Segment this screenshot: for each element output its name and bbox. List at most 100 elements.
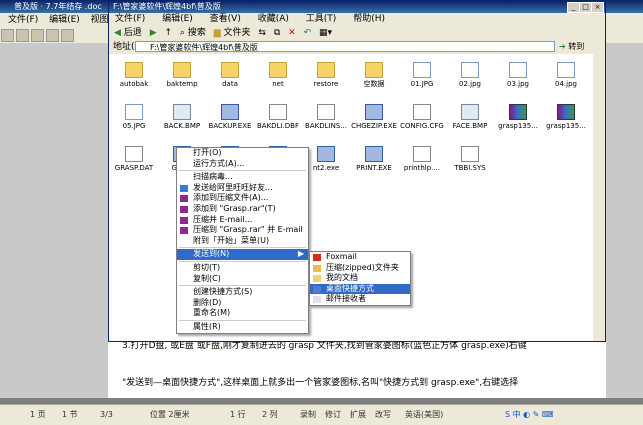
menu-item[interactable]: 打开(O) <box>177 148 308 159</box>
menu-item[interactable]: 剪切(T) <box>177 263 308 274</box>
menu-item[interactable]: 发送给阿里旺旺好友... <box>177 183 308 194</box>
forward-button[interactable]: ▶ <box>150 26 157 40</box>
menu-item[interactable]: 扫描病毒... <box>177 172 308 183</box>
menu-item[interactable]: 运行方式(A)... <box>177 159 308 170</box>
bmp-icon <box>173 104 191 120</box>
menu-item[interactable]: 发送到(N) ▶ <box>177 249 308 260</box>
menu-item-label: 打开(O) <box>193 148 222 157</box>
menu-item-icon <box>313 264 321 272</box>
file-item[interactable]: BACKUP.EXE <box>205 104 255 130</box>
address-input[interactable]: F:\管家婆软件\辉煌4bf\普及版 <box>135 41 555 52</box>
up-icon[interactable]: ↑ <box>164 26 172 40</box>
file-item[interactable]: autobak <box>109 62 159 88</box>
menu-item[interactable]: 压缩到 "Grasp.rar" 并 E-mail <box>177 225 308 236</box>
menu-separator <box>179 319 306 321</box>
preview-icon[interactable] <box>61 29 74 42</box>
file-item[interactable]: CONFIG.CFG <box>397 104 447 130</box>
menu-item-label: 邮件接收者 <box>326 294 366 304</box>
file-item[interactable]: 01.JPG <box>397 62 447 88</box>
menu-item[interactable]: 邮件接收者 <box>310 294 410 305</box>
file-item[interactable]: 03.jpg <box>493 62 543 88</box>
undo-icon[interactable]: ↶ <box>304 26 312 40</box>
file-item[interactable]: printhlp.... <box>397 146 447 172</box>
word-menu-view[interactable]: 视图 <box>91 15 109 25</box>
file-item[interactable]: FACE.BMP <box>445 104 495 130</box>
file-item[interactable]: BACK.BMP <box>157 104 207 130</box>
ex-menu-tools[interactable]: 工具(T) <box>306 14 337 24</box>
menu-item-label: 重命名(M) <box>193 308 231 318</box>
status-ovr[interactable]: 改写 <box>375 405 391 425</box>
send-to-submenu: Foxmail 压缩(zipped)文件夹 我的文档 桌面快捷方式 邮件接收者 <box>309 251 411 306</box>
file-item[interactable]: 02.jpg <box>445 62 495 88</box>
menu-item-label: Foxmail <box>326 252 357 261</box>
file-item[interactable]: PRINT.EXE <box>349 146 399 172</box>
folders-label: 文件夹 <box>223 28 251 38</box>
menu-item[interactable]: 压缩(zipped)文件夹 <box>310 263 410 274</box>
go-button[interactable]: ➔ 转到 <box>559 41 584 52</box>
save-icon[interactable] <box>31 29 44 42</box>
open-icon[interactable] <box>16 29 29 42</box>
menu-item[interactable]: 添加到 "Grasp.rar"(T) <box>177 204 308 215</box>
menu-item-label: 压缩(zipped)文件夹 <box>326 262 399 272</box>
file-item[interactable]: 05.JPG <box>109 104 159 130</box>
copy-icon[interactable]: ⧉ <box>274 26 280 40</box>
file-item[interactable]: GRASP.DAT <box>109 146 159 172</box>
ex-menu-favorites[interactable]: 收藏(A) <box>258 14 289 24</box>
new-icon[interactable] <box>1 29 14 42</box>
ex-menu-edit[interactable]: 编辑(E) <box>162 14 193 24</box>
file-item[interactable]: BAKDLI.DBF <box>253 104 303 130</box>
file-item[interactable]: BAKDLINS... <box>301 104 351 130</box>
menu-item[interactable]: 桌面快捷方式 <box>310 283 410 295</box>
word-menu-edit[interactable]: 编辑(E) <box>49 15 80 25</box>
menu-item-label: 创建快捷方式(S) <box>193 287 253 297</box>
move-icon[interactable]: ⇆ <box>258 26 266 40</box>
file-item[interactable]: data <box>205 62 255 88</box>
menu-item[interactable]: 创建快捷方式(S) <box>177 287 308 298</box>
vertical-scrollbar[interactable] <box>593 54 605 341</box>
word-menu-file[interactable]: 文件(F) <box>8 15 38 25</box>
ex-menu-view[interactable]: 查看(V) <box>210 14 241 24</box>
folders-button[interactable]: ▆ 文件夹 <box>214 26 251 40</box>
file-item[interactable]: net <box>253 62 303 88</box>
menu-item[interactable]: 属性(R) <box>177 322 308 333</box>
status-rev[interactable]: 修订 <box>325 405 341 425</box>
delete-icon[interactable]: ✕ <box>288 26 296 40</box>
file-item[interactable]: 空数据 <box>349 62 399 88</box>
menu-item[interactable]: Foxmail <box>310 252 410 263</box>
file-name: BAKDLINS... <box>305 122 347 130</box>
file-item[interactable]: restore <box>301 62 351 88</box>
folder-icon <box>269 62 287 78</box>
file-item[interactable]: CHGEZIP.EXE <box>349 104 399 130</box>
close-icon[interactable]: × <box>591 2 604 13</box>
file-item[interactable]: baktemp <box>157 62 207 88</box>
menu-item[interactable]: 复制(C) <box>177 274 308 285</box>
status-rec[interactable]: 录制 <box>300 405 316 425</box>
menu-item[interactable]: 我的文档 <box>310 273 410 284</box>
menu-item[interactable]: 删除(D) <box>177 298 308 309</box>
file-item[interactable]: 04.jpg <box>541 62 591 88</box>
txt-icon <box>461 146 479 162</box>
menu-item[interactable]: 压缩并 E-mail... <box>177 215 308 226</box>
file-item[interactable]: TBBI.SYS <box>445 146 495 172</box>
print-icon[interactable] <box>46 29 59 42</box>
views-icon[interactable]: ▦▾ <box>319 26 332 40</box>
status-ext[interactable]: 扩展 <box>350 405 366 425</box>
ex-menu-file[interactable]: 文件(F) <box>115 14 145 24</box>
file-name: autobak <box>119 80 149 88</box>
back-button[interactable]: ◀ 后退 <box>114 26 142 40</box>
status-pages: 3/3 <box>100 410 113 419</box>
word-workspace-right <box>606 43 643 398</box>
ime-toolbar-icon[interactable]: S 中 ◐ ✎ ⌨ <box>505 405 553 425</box>
search-button[interactable]: ⌕ 搜索 <box>180 26 206 40</box>
menu-item[interactable]: 重命名(M) <box>177 308 308 319</box>
file-name: net <box>272 80 284 88</box>
menu-item[interactable]: 添加到压缩文件(A)... <box>177 193 308 204</box>
menu-item[interactable]: 附到「开始」菜单(U) <box>177 236 308 247</box>
ex-menu-help[interactable]: 帮助(H) <box>353 14 385 24</box>
explorer-title-bar[interactable]: F:\管家婆软件\辉煌4bf\普及版 _ □ × <box>109 1 605 13</box>
file-item[interactable]: grasp135... <box>493 104 543 130</box>
file-item[interactable]: grasp135... <box>541 104 591 130</box>
menu-item-icon <box>313 285 321 293</box>
exe-icon <box>221 104 239 120</box>
txt-icon <box>413 146 431 162</box>
